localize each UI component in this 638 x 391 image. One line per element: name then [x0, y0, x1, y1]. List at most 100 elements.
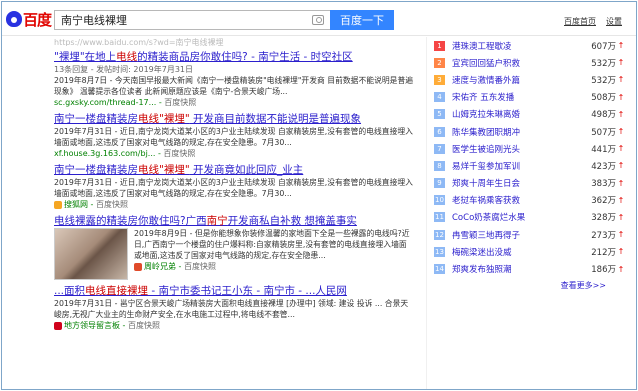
rank-title[interactable]: 宜宾回回猛户积救: [452, 57, 576, 69]
ranking-item[interactable]: 7 医学生被追刚光头 441万 ↑: [434, 140, 626, 157]
ranking-item[interactable]: 9 郑爽十周年生日会 383万 ↑: [434, 175, 626, 192]
rank-value: 532万: [591, 58, 616, 69]
results-list: https://www.baidu.com/s?wd=南宁电线裸埋 "裸埋"在地…: [54, 37, 414, 331]
snapshot-link[interactable]: 百度快照: [163, 149, 195, 158]
top-links: 百度首页 设置: [564, 16, 622, 27]
up-arrow-icon: ↑: [617, 109, 625, 119]
rank-number: 11: [434, 212, 445, 223]
camera-icon[interactable]: [312, 15, 324, 25]
ranking-more-link[interactable]: 查看更多>>: [434, 280, 626, 291]
up-arrow-icon: ↑: [617, 161, 625, 171]
result-title[interactable]: 南宁一楼盘精装房电线"裸埋" 开发商目前数据不能说明是普遍现象: [54, 112, 414, 126]
paw-icon: [6, 11, 22, 27]
search-header: 百度 南宁电线裸埋 百度一下 百度首页 设置: [2, 2, 636, 36]
ranking-item[interactable]: 10 老挝车祸乘客获救 362万 ↑: [434, 192, 626, 209]
rank-number: 10: [434, 195, 445, 206]
home-link[interactable]: 百度首页: [564, 16, 596, 27]
ranking-item[interactable]: 11 CoCo奶茶腐烂水果 328万 ↑: [434, 209, 626, 226]
rank-title[interactable]: 港珠澳工程歇凌: [452, 40, 576, 52]
rank-title[interactable]: 山姆克拉朱琳离婚: [452, 108, 576, 120]
settings-link[interactable]: 设置: [606, 16, 622, 27]
rank-title[interactable]: 陈华集教团职期冲: [452, 126, 576, 138]
ranking-item[interactable]: 5 山姆克拉朱琳离婚 498万 ↑: [434, 106, 626, 123]
up-arrow-icon: ↑: [617, 127, 625, 137]
ranking-item[interactable]: 6 陈华集教团职期冲 507万 ↑: [434, 123, 626, 140]
rank-number: 2: [434, 57, 445, 68]
rank-title[interactable]: 冉雪颖三地再得子: [452, 229, 576, 241]
snapshot-link[interactable]: 百度快照: [128, 321, 160, 330]
result-item: "裸埋"在地上电线的精装商品房你敢住吗? - 南宁生活 - 时空社区 13条回复…: [54, 50, 414, 108]
results-top-url: https://www.baidu.com/s?wd=南宁电线裸埋: [54, 38, 224, 46]
result-url[interactable]: xf.house.3g.163.com/bj... - 百度快照: [54, 148, 414, 159]
ranking-item[interactable]: 13 梅碗梁迷出没威 212万 ↑: [434, 243, 626, 260]
search-query: 南宁电线裸埋: [61, 14, 127, 27]
result-url[interactable]: 周岭兄弟 - 百度快照: [134, 261, 414, 272]
up-arrow-icon: ↑: [617, 230, 625, 240]
column-divider: [426, 37, 427, 389]
rank-number: 13: [434, 246, 445, 257]
up-arrow-icon: ↑: [617, 144, 625, 154]
rank-title[interactable]: 宋佑齐 五东发播: [452, 91, 576, 103]
source-icon: [54, 321, 62, 330]
ranking-item[interactable]: 12 冉雪颖三地再得子 273万 ↑: [434, 226, 626, 243]
rank-value: 498万: [591, 110, 616, 121]
result-abstract: 2019年7月31日 - 邕宁区合景天峻广场精装房大面积电线直接裸埋 [办理中]…: [54, 299, 409, 319]
rank-value: 507万: [591, 127, 616, 138]
up-arrow-icon: ↑: [617, 58, 625, 68]
search-input[interactable]: 南宁电线裸埋: [54, 10, 330, 30]
ranking-item[interactable]: 8 易烊千玺参加军训 423万 ↑: [434, 157, 626, 174]
rank-title[interactable]: CoCo奶茶腐烂水果: [452, 211, 576, 223]
rank-title[interactable]: 速度与激情番外篇: [452, 74, 576, 86]
rank-title[interactable]: 郑爽发布独照潮: [452, 263, 576, 275]
rank-number: 14: [434, 264, 445, 275]
up-arrow-icon: ↑: [617, 212, 625, 222]
up-arrow-icon: ↑: [617, 92, 625, 102]
result-title[interactable]: 南宁一楼盘精装房电线"裸埋" 开发商竟如此回应_业主: [54, 163, 414, 177]
rank-value: 423万: [591, 161, 616, 172]
rank-value: 362万: [591, 196, 616, 207]
rank-number: 4: [434, 92, 445, 103]
rank-title[interactable]: 医学生被追刚光头: [452, 143, 576, 155]
hot-ranking: 1 港珠澳工程歇凌 607万 ↑ 2 宜宾回回猛户积救 532万 ↑ 3 速度与激情番外篇 532万…: [434, 37, 626, 291]
result-item: 南宁一楼盘精装房电线"裸埋" 开发商竟如此回应_业主 2019年7月31日 - …: [54, 163, 414, 210]
ranking-item[interactable]: 14 郑爽发布独照潮 186万 ↑: [434, 260, 626, 277]
rank-title[interactable]: 易烊千玺参加军训: [452, 160, 576, 172]
up-arrow-icon: ↑: [617, 264, 625, 274]
rank-value: 212万: [591, 247, 616, 258]
snapshot-link[interactable]: 百度快照: [184, 262, 216, 271]
ranking-item[interactable]: 1 港珠澳工程歇凌 607万 ↑: [434, 37, 626, 54]
result-title[interactable]: ...面积电线直接裸埋 - 南宁市委书记王小东 - 南宁市 - ...人民网: [54, 284, 414, 298]
ranking-item[interactable]: 3 速度与激情番外篇 532万 ↑: [434, 71, 626, 88]
rank-number: 3: [434, 74, 445, 85]
result-url[interactable]: sc.gxsky.com/thread-17... - 百度快照: [54, 97, 414, 108]
search-button[interactable]: 百度一下: [330, 10, 394, 30]
snapshot-link[interactable]: 百度快照: [96, 200, 128, 209]
rank-value: 328万: [591, 213, 616, 224]
result-title[interactable]: "裸埋"在地上电线的精装商品房你敢住吗? - 南宁生活 - 时空社区: [54, 50, 414, 64]
up-arrow-icon: ↑: [617, 247, 625, 257]
rank-title[interactable]: 老挝车祸乘客获救: [452, 194, 576, 206]
result-url[interactable]: 搜狐网 - 百度快照: [54, 199, 414, 210]
result-item: 南宁一楼盘精装房电线"裸埋" 开发商目前数据不能说明是普遍现象 2019年7月3…: [54, 112, 414, 159]
ranking-item[interactable]: 2 宜宾回回猛户积救 532万 ↑: [434, 54, 626, 71]
rank-value: 186万: [591, 265, 616, 276]
rank-number: 9: [434, 178, 445, 189]
rank-title[interactable]: 梅碗梁迷出没威: [452, 246, 576, 258]
rank-title[interactable]: 郑爽十周年生日会: [452, 177, 576, 189]
rank-number: 1: [434, 40, 445, 51]
result-item: 电线裸露的精装房你敢住吗?广西南宁开发商私自补救 想掩盖事实 2019年8月9日…: [54, 214, 414, 280]
result-url[interactable]: 地方领导留言板 - 百度快照: [54, 320, 414, 331]
snapshot-link[interactable]: 百度快照: [164, 98, 196, 107]
rank-number: 8: [434, 160, 445, 171]
rank-value: 508万: [591, 93, 616, 104]
result-thumbnail[interactable]: [54, 228, 128, 280]
rank-number: 6: [434, 126, 445, 137]
up-arrow-icon: ↑: [617, 178, 625, 188]
result-meta: 13条回复 - 发帖时间: 2019年7月31日: [54, 65, 194, 74]
ranking-item[interactable]: 4 宋佑齐 五东发播 508万 ↑: [434, 89, 626, 106]
result-title[interactable]: 电线裸露的精装房你敢住吗?广西南宁开发商私自补救 想掩盖事实: [54, 214, 414, 228]
rank-number: 12: [434, 229, 445, 240]
result-abstract: 2019年8月7日 - 今天南国早报最大新闻《南宁一楼盘精装房"电线裸埋"开发商…: [54, 76, 414, 96]
baidu-logo[interactable]: 百度: [6, 8, 52, 30]
logo-text: 百度: [23, 10, 52, 29]
